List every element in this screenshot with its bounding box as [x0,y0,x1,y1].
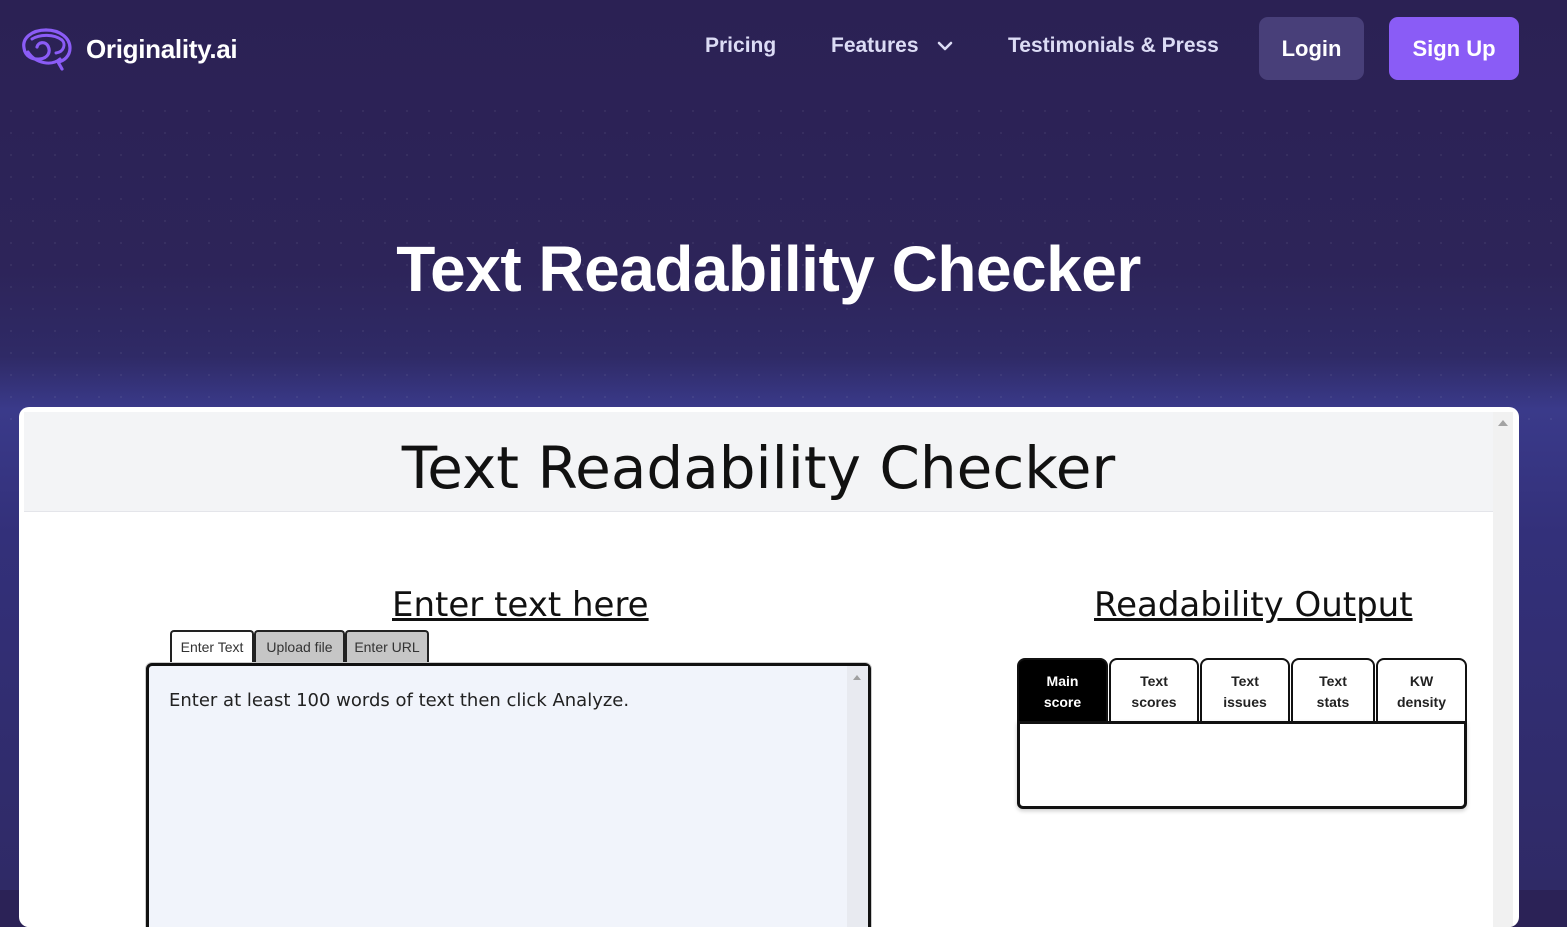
brand-logo[interactable]: Originality.ai [18,26,238,72]
tab-text-stats-label: Text stats [1316,673,1350,710]
tab-main-score[interactable]: Main score [1017,658,1108,724]
output-panel [1017,721,1467,809]
tab-kw-density[interactable]: KW density [1376,658,1467,724]
nav-testimonials-link[interactable]: Testimonials & Press [1008,34,1219,58]
tab-enter-url[interactable]: Enter URL [345,630,429,662]
tab-main-score-label: Main score [1043,673,1082,710]
tab-upload-file[interactable]: Upload file [254,630,345,662]
brain-logo-icon [22,28,72,71]
signup-button[interactable]: Sign Up [1389,17,1519,80]
brand-name: Originality.ai [86,33,238,64]
nav-features-dropdown[interactable]: Features [831,34,953,58]
tab-kw-density-label: KW density [1396,673,1446,710]
hero-title: Text Readability Checker [396,233,1141,305]
tool-frame: Text Readability Checker Enter text here… [24,412,1493,927]
tool-card: Text Readability Checker Enter text here… [19,407,1519,927]
login-button[interactable]: Login [1259,17,1364,80]
output-heading: Readability Output [1094,585,1413,625]
tab-text-scores[interactable]: Text scores [1109,658,1199,724]
input-heading: Enter text here [392,585,649,625]
tool-title: Text Readability Checker [401,434,1116,502]
textarea-placeholder: Enter at least 100 words of text then cl… [169,690,630,711]
tab-text-issues-label: Text issues [1223,673,1267,710]
tab-enter-text[interactable]: Enter Text [170,630,254,662]
scroll-up-arrow-icon[interactable] [853,675,861,680]
tab-text-stats[interactable]: Text stats [1291,658,1375,724]
chevron-down-icon [937,41,952,51]
tool-header: Text Readability Checker [24,412,1493,512]
frame-scrollbar[interactable] [1493,412,1513,927]
textarea-scrollbar[interactable] [847,666,868,927]
nav-features-label: Features [831,34,919,57]
tab-text-scores-label: Text scores [1131,673,1177,710]
nav-pricing-link[interactable]: Pricing [705,34,776,58]
scroll-up-arrow-icon[interactable] [1498,420,1508,426]
text-input-area[interactable]: Enter at least 100 words of text then cl… [146,663,871,927]
tab-text-issues[interactable]: Text issues [1200,658,1290,724]
